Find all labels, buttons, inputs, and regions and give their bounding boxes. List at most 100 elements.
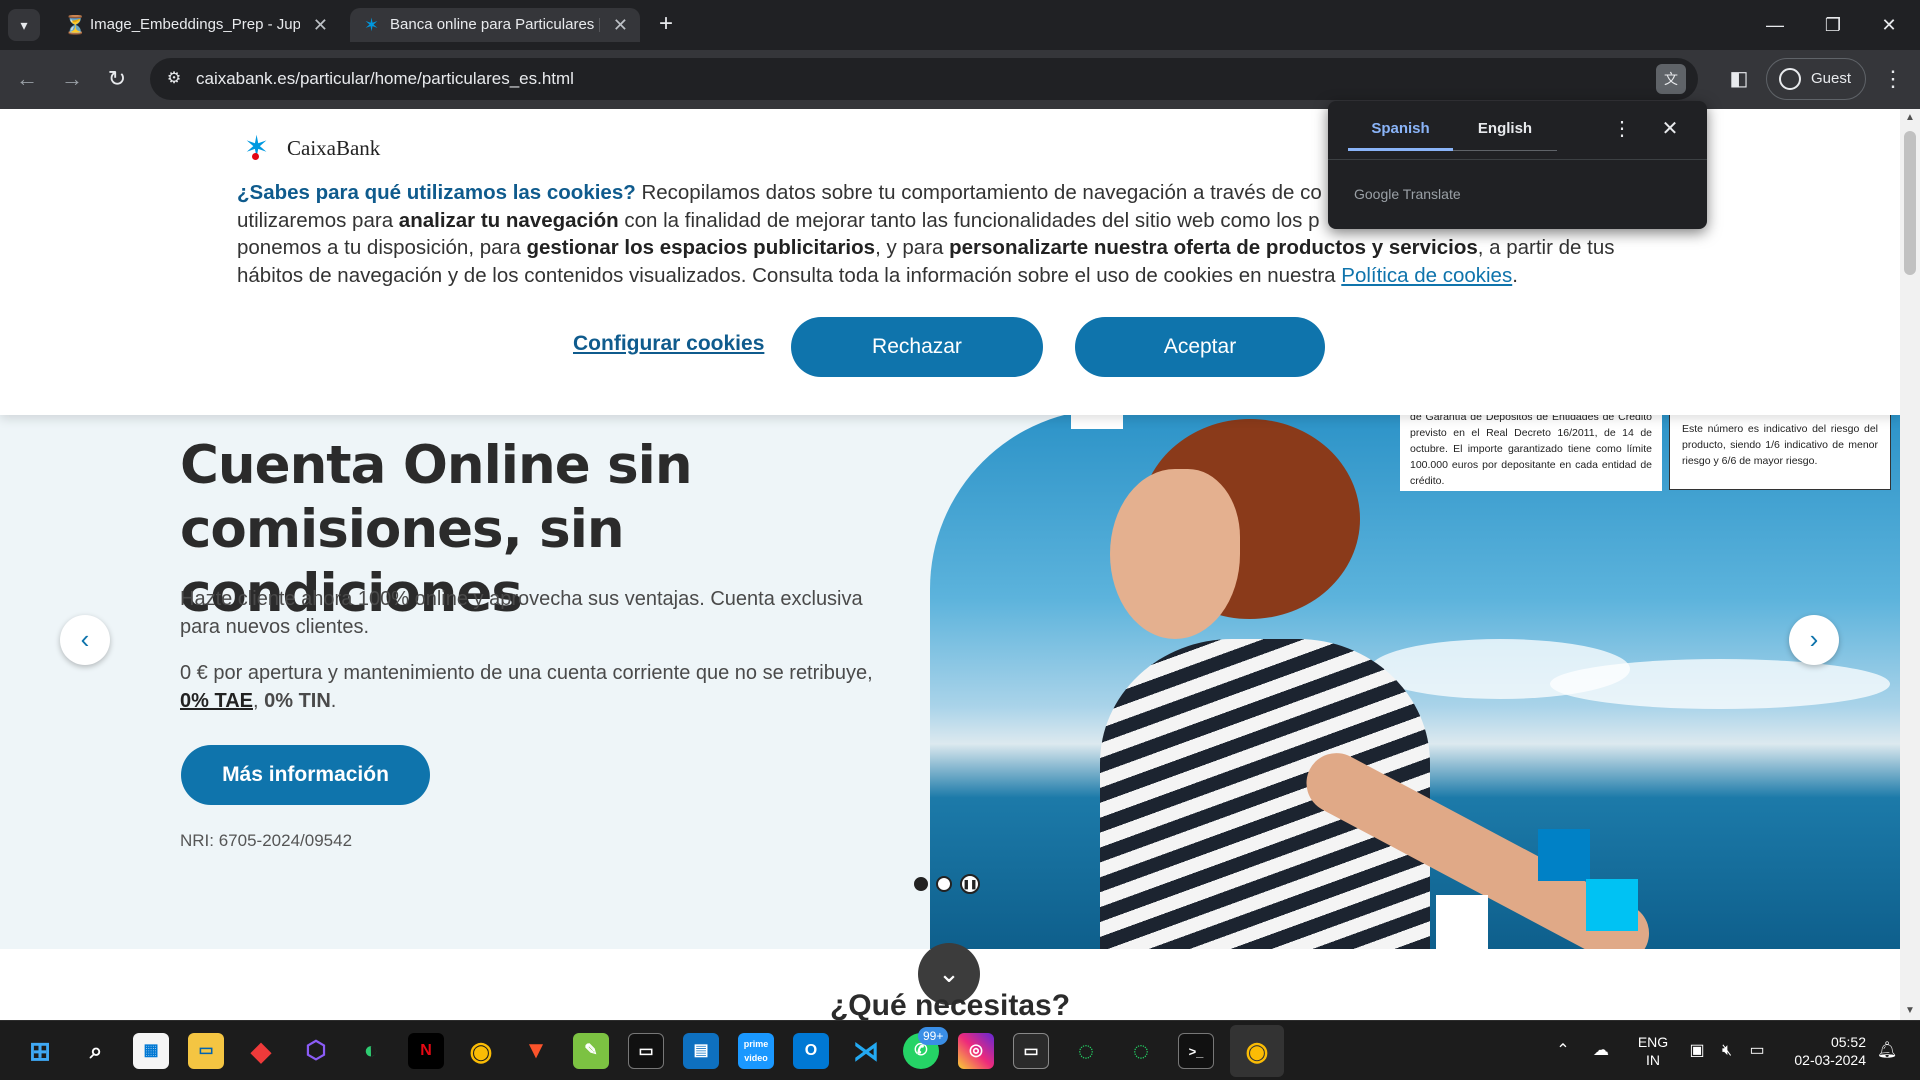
close-tab-icon[interactable]: ✕ (613, 8, 628, 42)
back-arrow-icon[interactable]: ← (10, 62, 44, 96)
chrome-active-icon[interactable]: ◉ (1239, 1033, 1275, 1069)
cookie-question: ¿Sabes para qué utilizamos las cookies? (237, 181, 636, 204)
cookie-text-part: ponemos a tu disposición, para (237, 236, 527, 259)
cookie-bold-advertising: gestionar los espacios publicitarios (526, 236, 876, 259)
reload-icon[interactable]: ↻ (100, 62, 134, 96)
pause-icon[interactable]: ❚❚ (960, 874, 980, 894)
notepad-icon[interactable]: ✎ (573, 1033, 609, 1069)
browser-tab-jupyter[interactable]: ⏳ Image_Embeddings_Prep - Jupy ✕ (50, 8, 340, 42)
google-translate-popup: Spanish English ⋮ ✕ Google Translate (1328, 101, 1707, 229)
forward-arrow-icon[interactable]: → (55, 62, 89, 96)
app-window-icon[interactable]: ▭ (1013, 1033, 1049, 1069)
brand-square-cyan (1586, 879, 1638, 931)
file-explorer-icon[interactable]: ▭ (188, 1033, 224, 1069)
store-icon[interactable]: ▦ (133, 1033, 169, 1069)
carousel-next-button[interactable]: › (1789, 615, 1839, 665)
outlook-icon[interactable]: O (793, 1033, 829, 1069)
ring-app-icon[interactable]: ◌ (1123, 1033, 1159, 1069)
volume-muted-icon[interactable]: 🔇︎ (1716, 1040, 1738, 1062)
scroll-down-arrow-icon[interactable]: ▼ (1900, 1002, 1920, 1020)
hero-description: Hazte cliente ahora 100% online y aprove… (180, 588, 863, 638)
guest-label: Guest (1811, 70, 1852, 87)
new-tab-button[interactable]: + (650, 9, 682, 41)
anydesk-icon[interactable]: ◆ (243, 1033, 279, 1069)
restore-window-icon[interactable]: ❐ (1810, 8, 1856, 42)
brave-icon[interactable]: ▼ (518, 1033, 554, 1069)
cookie-policy-link[interactable]: Política de cookies (1341, 264, 1512, 287)
side-panel-icon[interactable]: ◧ (1722, 62, 1756, 96)
tae-link[interactable]: 0% TAE (180, 690, 253, 712)
instagram-icon[interactable]: ◎ (958, 1033, 994, 1069)
carousel-dot-1[interactable] (914, 877, 928, 891)
guest-profile-button[interactable]: Guest (1766, 58, 1866, 100)
ring-app-icon[interactable]: ◌ (1068, 1033, 1104, 1069)
chevron-down-icon: ▾ (20, 17, 28, 33)
network-icon[interactable]: ▣ (1686, 1040, 1708, 1062)
clock-time: 05:52 (1830, 1034, 1866, 1050)
accept-cookies-button[interactable]: Aceptar (1075, 317, 1325, 377)
battery-icon[interactable]: ▭ (1746, 1040, 1768, 1062)
logo-dot (252, 153, 259, 160)
edge-icon[interactable]: ◐ (353, 1033, 389, 1069)
translate-tab-english[interactable]: English (1453, 113, 1557, 151)
windows-taskbar: ⊞ ⌕ ▦ ▭ ◆ ⬡ ◐ N ◉ ▼ ✎ ▭ ▤ prime video O ⋊… (0, 1020, 1920, 1080)
chevron-right-icon: › (1809, 624, 1819, 654)
input-language[interactable]: ENG IN (1636, 1033, 1670, 1069)
brand-square-blue (1538, 829, 1590, 881)
hero-carousel: de Garantía de Depósitos de Entidades de… (0, 409, 1900, 949)
browser-menu-icon[interactable]: ⋮ (1876, 62, 1910, 96)
cloud-shape (1550, 659, 1890, 709)
fees-end: . (330, 690, 337, 712)
site-info-icon[interactable]: ⚙ (162, 67, 186, 91)
tab-title: Image_Embeddings_Prep - Jupy (90, 16, 300, 33)
chrome-icon[interactable]: ◉ (463, 1033, 499, 1069)
google-translate-brand: Google Translate (1354, 186, 1461, 202)
netflix-icon[interactable]: N (408, 1033, 444, 1069)
minimize-window-icon[interactable]: — (1752, 8, 1798, 42)
chevron-left-icon: ‹ (80, 624, 90, 654)
language-region: IN (1646, 1052, 1660, 1068)
terminal-dark-icon[interactable]: ▭ (628, 1033, 664, 1069)
section-title: ¿Qué necesitas? (829, 989, 1071, 1020)
cookie-text-part: con la finalidad de mejorar tanto las fu… (618, 208, 1320, 232)
reject-cookies-button[interactable]: Rechazar (791, 317, 1043, 377)
language-code: ENG (1637, 1034, 1669, 1050)
cookie-bold-personalize: personalizarte nuestra oferta de product… (949, 236, 1478, 259)
close-icon[interactable]: ✕ (1656, 115, 1684, 143)
address-bar[interactable]: ⚙ caixabank.es/particular/home/particula… (150, 58, 1698, 100)
search-icon[interactable]: ⌕ (78, 1033, 114, 1069)
show-hidden-icons-chevron-icon[interactable]: ⌃ (1552, 1040, 1574, 1062)
tab-search-button[interactable]: ▾ (8, 9, 40, 41)
fees-text: 0 € por apertura y mantenimiento de una … (180, 662, 873, 684)
vscode-icon[interactable]: ⋊ (848, 1033, 884, 1069)
carousel-dot-2[interactable] (936, 876, 952, 892)
chevron-down-icon: ⌄ (938, 958, 960, 988)
translate-tab-spanish[interactable]: Spanish (1348, 113, 1453, 151)
prime-video-icon[interactable]: prime video (738, 1033, 774, 1069)
cookie-bold-analyze: analizar tu navegación (398, 208, 619, 232)
caixabank-star-icon: ✶ (244, 131, 270, 164)
more-info-button[interactable]: Más información (181, 745, 430, 805)
whatsapp-unread-badge: 99+ (918, 1027, 949, 1045)
scrollbar-thumb[interactable] (1904, 131, 1916, 275)
notification-bell-icon[interactable]: 🔔︎ (1876, 1040, 1898, 1062)
close-tab-icon[interactable]: ✕ (313, 8, 328, 42)
scroll-up-arrow-icon[interactable]: ▲ (1900, 109, 1920, 127)
more-options-icon[interactable]: ⋮ (1610, 115, 1634, 143)
cookie-text-end: . (1512, 263, 1518, 287)
carousel-prev-button[interactable]: ‹ (60, 615, 110, 665)
configure-cookies-link[interactable]: Configurar cookies (573, 332, 764, 356)
page-scrollbar[interactable]: ▲ ▼ (1900, 109, 1920, 1020)
tin-value: 0% TIN (264, 690, 331, 712)
onedrive-cloud-icon[interactable]: ☁ (1590, 1040, 1612, 1062)
system-clock[interactable]: 05:52 02-03-2024 (1786, 1033, 1866, 1069)
translate-icon[interactable]: 文 (1656, 64, 1686, 94)
copilot-icon[interactable]: ⬡ (298, 1033, 334, 1069)
windows-start-icon[interactable]: ⊞ (22, 1033, 58, 1069)
terminal-icon[interactable]: >_ (1178, 1033, 1214, 1069)
browser-tab-caixabank[interactable]: ✶ Banca online para Particulares | ✕ (350, 8, 640, 42)
hourglass-icon: ⏳ (64, 15, 87, 35)
close-window-icon[interactable]: ✕ (1866, 8, 1912, 42)
azure-data-studio-icon[interactable]: ▤ (683, 1033, 719, 1069)
url-text[interactable]: caixabank.es/particular/home/particulare… (196, 69, 574, 89)
